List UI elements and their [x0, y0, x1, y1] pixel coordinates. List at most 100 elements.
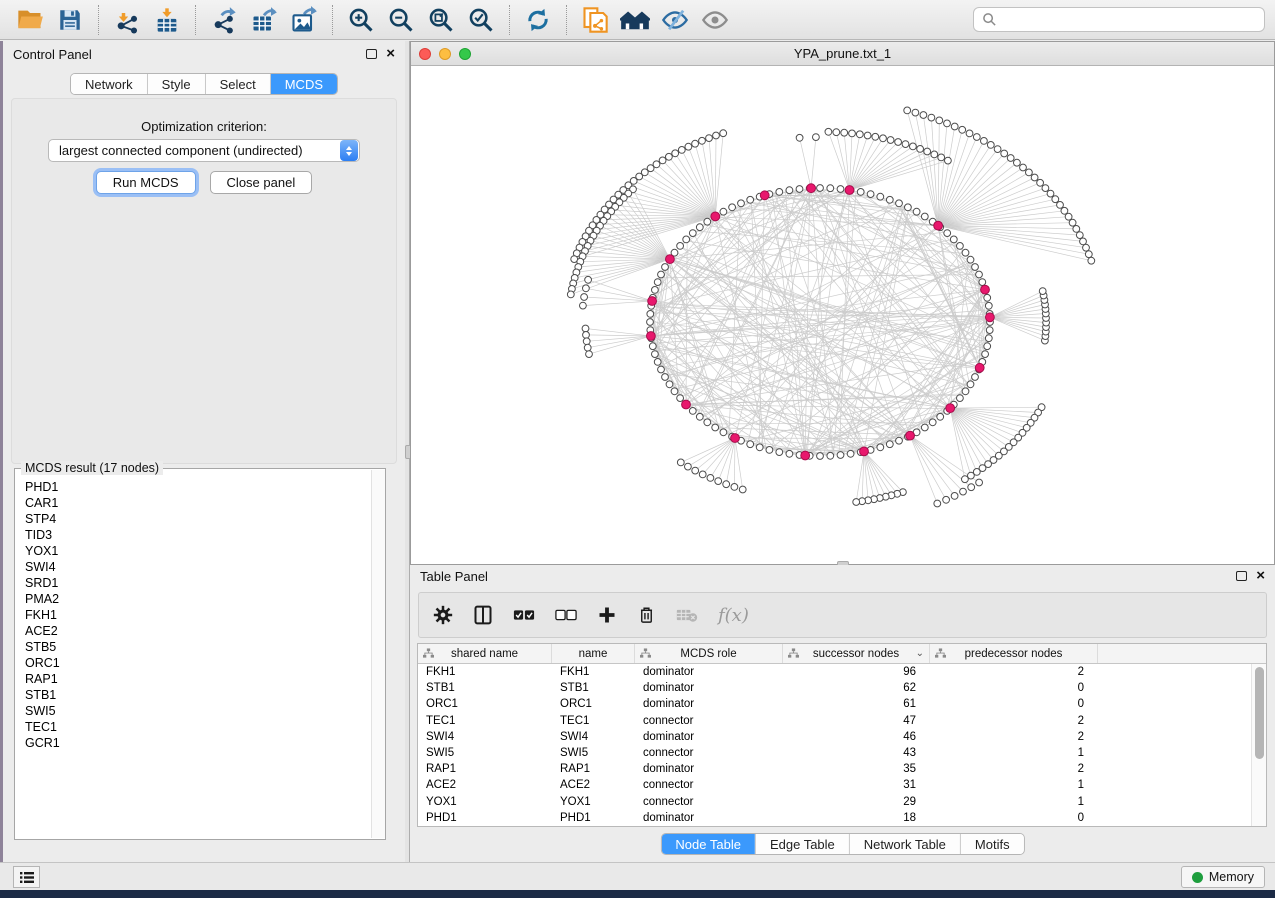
- network-node[interactable]: [1001, 150, 1008, 157]
- network-node[interactable]: [847, 450, 854, 457]
- network-node[interactable]: [1007, 155, 1014, 162]
- network-node[interactable]: [976, 479, 983, 486]
- mcds-network-node[interactable]: [986, 313, 995, 322]
- mcds-result-list[interactable]: PHD1CAR1STP4TID3YOX1SWI4SRD1PMA2FKH1ACE2…: [16, 477, 370, 838]
- close-panel-button[interactable]: Close panel: [210, 171, 313, 194]
- mcds-network-node[interactable]: [807, 184, 816, 193]
- network-node[interactable]: [924, 148, 931, 155]
- column-header-MCDS-role[interactable]: MCDS role: [635, 644, 783, 663]
- network-node[interactable]: [867, 191, 874, 198]
- table-options-gear-icon[interactable]: [433, 605, 453, 625]
- close-panel-icon[interactable]: ×: [386, 49, 395, 59]
- network-node[interactable]: [968, 484, 975, 491]
- table-cell[interactable]: 2: [930, 763, 1098, 775]
- network-node[interactable]: [817, 453, 824, 460]
- network-node[interactable]: [654, 359, 661, 366]
- network-node[interactable]: [857, 189, 864, 196]
- table-cell[interactable]: 46: [783, 731, 930, 743]
- network-node[interactable]: [902, 141, 909, 148]
- network-node[interactable]: [776, 189, 783, 196]
- network-node[interactable]: [685, 463, 692, 470]
- network-node[interactable]: [1083, 244, 1090, 251]
- table-cell[interactable]: 0: [930, 698, 1098, 710]
- network-node[interactable]: [671, 388, 678, 395]
- network-node[interactable]: [813, 134, 820, 141]
- network-node[interactable]: [652, 351, 659, 358]
- network-node[interactable]: [1031, 174, 1038, 181]
- export-image-icon[interactable]: [287, 3, 321, 37]
- network-node[interactable]: [1076, 232, 1083, 239]
- network-node[interactable]: [880, 135, 887, 142]
- mcds-network-node[interactable]: [845, 186, 854, 195]
- table-cell[interactable]: YOX1: [552, 796, 635, 808]
- network-node[interactable]: [929, 419, 936, 426]
- network-node[interactable]: [689, 408, 696, 415]
- network-node[interactable]: [1014, 159, 1021, 166]
- network-node[interactable]: [994, 146, 1001, 153]
- network-node[interactable]: [1037, 179, 1044, 186]
- network-node[interactable]: [905, 204, 912, 211]
- table-cell[interactable]: connector: [635, 747, 783, 759]
- table-scrollbar-thumb[interactable]: [1255, 667, 1264, 759]
- network-node[interactable]: [913, 208, 920, 215]
- network-node[interactable]: [944, 120, 951, 127]
- network-node[interactable]: [649, 343, 656, 350]
- table-cell[interactable]: 1: [930, 747, 1098, 759]
- network-node[interactable]: [776, 449, 783, 456]
- network-node[interactable]: [658, 366, 665, 373]
- network-node[interactable]: [934, 500, 941, 507]
- mcds-result-item[interactable]: FKH1: [25, 607, 370, 623]
- float-table-panel-icon[interactable]: [1236, 571, 1247, 581]
- table-cell[interactable]: 0: [930, 682, 1098, 694]
- table-cell[interactable]: 2: [930, 731, 1098, 743]
- mcds-network-node[interactable]: [666, 255, 675, 264]
- network-node[interactable]: [886, 441, 893, 448]
- network-node[interactable]: [713, 132, 720, 139]
- refresh-layout-icon[interactable]: [521, 3, 555, 37]
- network-node[interactable]: [945, 157, 952, 164]
- table-cell[interactable]: dominator: [635, 812, 783, 824]
- network-node[interactable]: [951, 123, 958, 130]
- network-node[interactable]: [921, 213, 928, 220]
- column-header-successor-nodes[interactable]: successor nodes⌄: [783, 644, 930, 663]
- show-graphics-details-icon[interactable]: [698, 3, 732, 37]
- table-cell[interactable]: STB1: [552, 682, 635, 694]
- mcds-result-item[interactable]: SWI5: [25, 703, 370, 719]
- table-row[interactable]: FKH1FKH1dominator962: [418, 664, 1251, 680]
- table-cell[interactable]: SWI5: [418, 747, 552, 759]
- mcds-network-node[interactable]: [731, 434, 740, 443]
- mcds-network-node[interactable]: [647, 332, 656, 341]
- table-cell[interactable]: RAP1: [418, 763, 552, 775]
- network-node[interactable]: [895, 139, 902, 146]
- network-node[interactable]: [786, 450, 793, 457]
- network-node[interactable]: [864, 132, 871, 139]
- column-header-predecessor-nodes[interactable]: predecessor nodes: [930, 644, 1098, 663]
- network-node[interactable]: [877, 444, 884, 451]
- table-row[interactable]: SWI5SWI5connector431: [418, 745, 1251, 761]
- mcds-result-item[interactable]: STP4: [25, 511, 370, 527]
- table-cell[interactable]: 62: [783, 682, 930, 694]
- network-node[interactable]: [986, 327, 993, 334]
- network-node[interactable]: [912, 109, 919, 116]
- table-row[interactable]: ACE2ACE2connector311: [418, 777, 1251, 793]
- tab-style[interactable]: Style: [147, 74, 205, 94]
- table-cell[interactable]: 18: [783, 812, 930, 824]
- network-node[interactable]: [887, 137, 894, 144]
- network-node[interactable]: [1073, 226, 1080, 233]
- show-all-networks-icon[interactable]: [618, 3, 652, 37]
- network-node[interactable]: [666, 153, 673, 160]
- network-node[interactable]: [896, 437, 903, 444]
- network-node[interactable]: [984, 294, 991, 301]
- table-cell[interactable]: ORC1: [418, 698, 552, 710]
- mcds-network-node[interactable]: [760, 191, 769, 200]
- network-node[interactable]: [747, 441, 754, 448]
- network-node[interactable]: [685, 143, 692, 150]
- network-node[interactable]: [837, 186, 844, 193]
- network-node[interactable]: [967, 381, 974, 388]
- sort-chevron-icon[interactable]: ⌄: [916, 648, 924, 659]
- export-table-icon[interactable]: [247, 3, 281, 37]
- network-node[interactable]: [951, 493, 958, 500]
- tab-mcds[interactable]: MCDS: [270, 74, 337, 94]
- network-node[interactable]: [976, 271, 983, 278]
- table-cell[interactable]: 2: [930, 666, 1098, 678]
